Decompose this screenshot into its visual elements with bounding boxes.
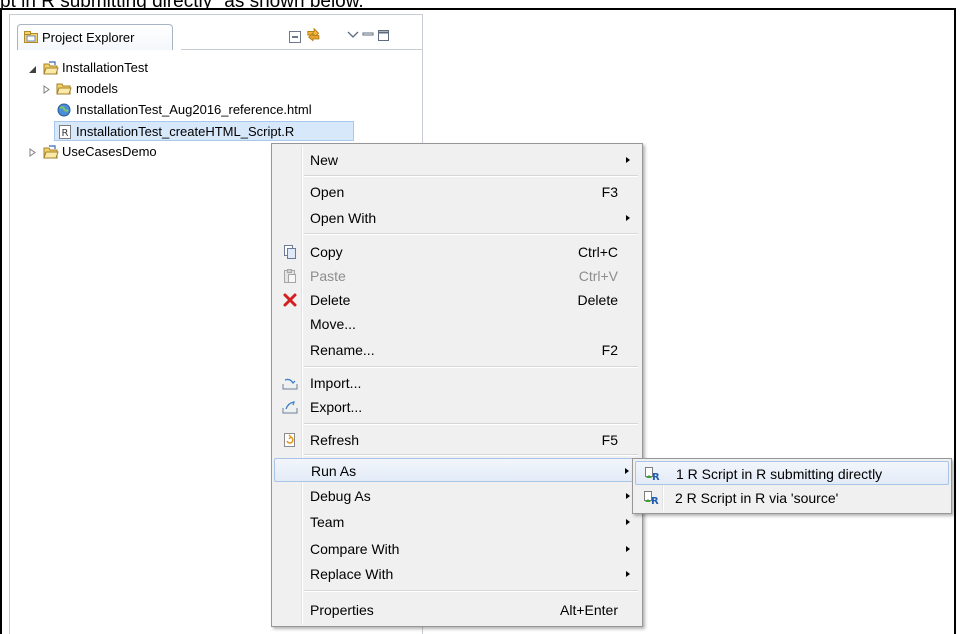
menu-item-label: Properties [310,602,374,618]
menu-item-new[interactable]: New [274,148,640,172]
menu-item-label: Open [310,184,345,200]
delete-icon [283,293,297,307]
menu-item-label: Compare With [310,541,400,557]
menu-item-move[interactable]: Move... [274,312,640,336]
menu-item-open[interactable]: Open F3 [274,180,640,204]
menu-item-debug-as[interactable]: Debug As [274,484,640,508]
menu-item-team[interactable]: Team [274,510,640,534]
tree-item-reference-html[interactable]: InstallationTest_Aug2016_reference.html [18,100,398,120]
menu-item-label: Debug As [310,488,371,504]
svg-text:R: R [652,472,660,482]
tree-item-create-html-script[interactable]: R InstallationTest_createHTML_Script.R [54,121,354,141]
submenu-arrow-icon [625,468,629,474]
project-explorer-icon [24,31,38,43]
r-launch-icon: R [645,467,660,482]
copy-icon [284,245,296,259]
menu-item-label: Team [310,514,345,530]
menu-item-accelerator: Ctrl+V [578,268,618,284]
svg-text:R: R [651,496,659,506]
paste-icon [284,269,296,283]
folder-icon [56,83,72,95]
menu-item-paste[interactable]: Paste Ctrl+V [274,264,640,288]
menu-item-accelerator: F3 [601,184,618,200]
menu-item-label: Open With [310,210,377,226]
submenu-arrow-icon [626,571,630,577]
collapse-all-icon[interactable] [287,29,303,45]
menu-item-accelerator: Delete [577,292,618,308]
menu-item-label: Export... [310,399,363,415]
submenu-arrow-icon [626,546,630,552]
tab-project-explorer[interactable]: Project Explorer [17,24,173,50]
menu-item-copy[interactable]: Copy Ctrl+C [274,240,640,264]
menu-item-accelerator: F5 [601,432,618,448]
menu-item-export[interactable]: Export... [274,395,640,419]
menu-item-accelerator: Alt+Enter [560,602,618,618]
tree-label: models [76,81,118,96]
expanded-twisty-icon[interactable] [28,65,37,74]
tree-label: InstallationTest_createHTML_Script.R [76,124,295,139]
menu-item-label: Move... [310,316,356,332]
menu-item-label: 1 R Script in R submitting directly [676,466,883,482]
menu-item-open-with[interactable]: Open With [274,206,640,230]
menu-item-label: Refresh [310,432,360,448]
tree-label: InstallationTest [62,60,148,75]
project-icon [43,145,59,159]
menu-separator [304,233,638,235]
menu-item-label: Rename... [310,342,375,358]
svg-text:R: R [62,128,69,139]
menu-item-import[interactable]: Import... [274,371,640,395]
menu-item-label: 2 R Script in R via 'source' [675,490,839,506]
run-as-submenu: R 1 R Script in R submitting directly R … [632,458,952,514]
submenu-arrow-icon [626,157,630,163]
menu-item-label: Delete [310,292,351,308]
r-file-icon: R [59,125,71,139]
menu-item-label: Copy [310,244,343,260]
submenu-arrow-icon [626,519,630,525]
menu-item-accelerator: Ctrl+C [577,244,618,260]
menu-item-rename[interactable]: Rename... F2 [274,338,640,362]
link-with-editor-icon[interactable] [306,28,322,44]
menu-item-label: Import... [310,375,362,391]
r-launch-icon: R [644,491,659,506]
menu-item-accelerator: F2 [601,342,618,358]
view-menu-icon[interactable] [345,27,361,43]
tree-item-models[interactable]: models [18,79,318,99]
maximize-icon[interactable] [376,28,392,44]
menu-item-compare-with[interactable]: Compare With [274,537,640,561]
tree-label: UseCasesDemo [62,144,157,159]
menu-item-label: Replace With [310,566,394,582]
context-menu: New Open F3 Open With Copy Ctrl+C Paste … [271,143,643,627]
menu-item-refresh[interactable]: Refresh F5 [274,428,640,452]
tab-label: Project Explorer [42,30,135,45]
project-open-icon [43,61,59,75]
minimize-icon[interactable] [360,27,376,43]
menu-separator [304,454,638,456]
menu-separator [304,175,638,177]
menu-item-label: New [310,152,339,168]
menu-item-properties[interactable]: Properties Alt+Enter [274,598,640,622]
menu-item-run-r-directly[interactable]: R 1 R Script in R submitting directly [635,461,949,485]
menu-item-run-r-source[interactable]: R 2 R Script in R via 'source' [635,486,949,510]
tab-underline [181,49,422,50]
menu-item-delete[interactable]: Delete Delete [274,288,640,312]
export-icon [282,401,298,414]
import-icon [282,378,298,390]
menu-separator [304,366,638,368]
menu-item-label: Run As [311,463,357,479]
submenu-arrow-icon [626,215,630,221]
menu-item-run-as[interactable]: Run As [274,458,640,482]
menu-separator [304,590,638,592]
submenu-arrow-icon [626,493,630,499]
menu-item-label: Paste [310,268,346,284]
menu-item-replace-with[interactable]: Replace With [274,562,640,586]
html-file-icon [57,103,71,117]
collapsed-twisty-icon[interactable] [42,85,51,94]
tree-item-installationtest[interactable]: InstallationTest [18,58,318,78]
menu-separator [304,423,638,425]
refresh-icon [284,433,295,447]
tree-label: InstallationTest_Aug2016_reference.html [76,102,312,117]
collapsed-twisty-icon[interactable] [28,148,37,157]
